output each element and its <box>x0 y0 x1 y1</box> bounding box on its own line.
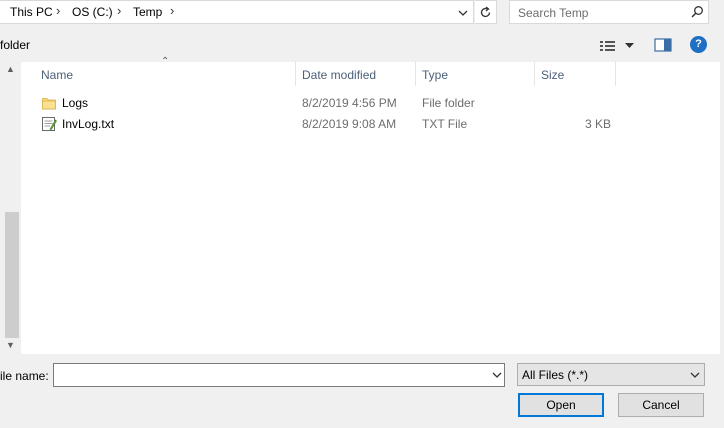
filetype-value: All Files (*.*) <box>522 368 589 382</box>
breadcrumb-separator-icon[interactable]: › <box>117 3 121 18</box>
search-placeholder: Search Temp <box>518 6 589 20</box>
cancel-button[interactable]: Cancel <box>618 393 704 417</box>
open-button[interactable]: Open <box>518 393 604 417</box>
preview-pane-button[interactable] <box>654 37 672 53</box>
navigation-pane-scrollbar[interactable]: ▲ ▼ <box>0 62 21 354</box>
file-row-logs[interactable]: Logs 8/2/2019 4:56 PM File folder <box>21 93 720 113</box>
column-divider[interactable] <box>415 62 416 86</box>
column-header-size[interactable]: Size <box>541 68 564 82</box>
refresh-icon <box>480 6 491 18</box>
breadcrumb-separator-icon[interactable]: › <box>56 3 60 18</box>
breadcrumb-separator-icon[interactable]: › <box>170 3 174 18</box>
preview-pane-icon <box>654 38 672 52</box>
refresh-button[interactable] <box>475 0 497 24</box>
chevron-down-icon <box>625 43 634 48</box>
file-row-invlog[interactable]: InvLog.txt 8/2/2019 9:08 AM TXT File 3 K… <box>21 114 720 134</box>
file-type: TXT File <box>422 117 468 131</box>
column-header-type[interactable]: Type <box>422 68 448 82</box>
filename-input[interactable] <box>53 363 505 387</box>
file-size: 3 KB <box>585 117 612 131</box>
filename-label: ile name: <box>0 369 49 383</box>
help-button[interactable]: ? <box>690 36 707 53</box>
file-name: Logs <box>62 96 89 110</box>
window-edge <box>720 62 724 354</box>
scrollbar-thumb[interactable] <box>5 212 19 338</box>
chevron-down-icon[interactable] <box>456 5 470 21</box>
filetype-select[interactable]: All Files (*.*) <box>517 363 705 386</box>
column-header-name[interactable]: Name <box>41 68 73 82</box>
address-bar[interactable]: This PC › OS (C:) › Temp › <box>0 0 474 24</box>
sort-ascending-icon: ⌃ <box>161 56 170 67</box>
scroll-down-arrow-icon[interactable]: ▼ <box>6 340 15 350</box>
details-view-icon <box>600 41 615 51</box>
search-input[interactable]: Search Temp <box>509 0 709 24</box>
breadcrumb-this-pc[interactable]: This PC <box>10 5 53 19</box>
text-file-icon <box>42 117 57 131</box>
breadcrumb-temp[interactable]: Temp <box>133 5 162 19</box>
file-date: 8/2/2019 9:08 AM <box>302 117 397 131</box>
file-list[interactable]: ⌃ Name Date modified Type Size Logs 8/2/… <box>21 56 720 354</box>
chevron-down-icon <box>690 372 700 378</box>
column-divider[interactable] <box>295 62 296 86</box>
breadcrumb-os-c[interactable]: OS (C:) <box>72 5 113 19</box>
change-view-button[interactable] <box>599 38 635 54</box>
chevron-down-icon[interactable] <box>490 368 504 382</box>
search-icon[interactable] <box>690 5 704 19</box>
file-type: File folder <box>422 96 475 110</box>
column-divider[interactable] <box>534 62 535 86</box>
file-name: InvLog.txt <box>62 117 115 131</box>
scroll-up-arrow-icon[interactable]: ▲ <box>6 64 15 74</box>
folder-icon <box>42 98 56 110</box>
file-date: 8/2/2019 4:56 PM <box>302 96 397 110</box>
column-header-date-modified[interactable]: Date modified <box>302 68 376 82</box>
new-folder-button[interactable]: folder <box>0 38 30 52</box>
column-divider[interactable] <box>615 62 616 86</box>
